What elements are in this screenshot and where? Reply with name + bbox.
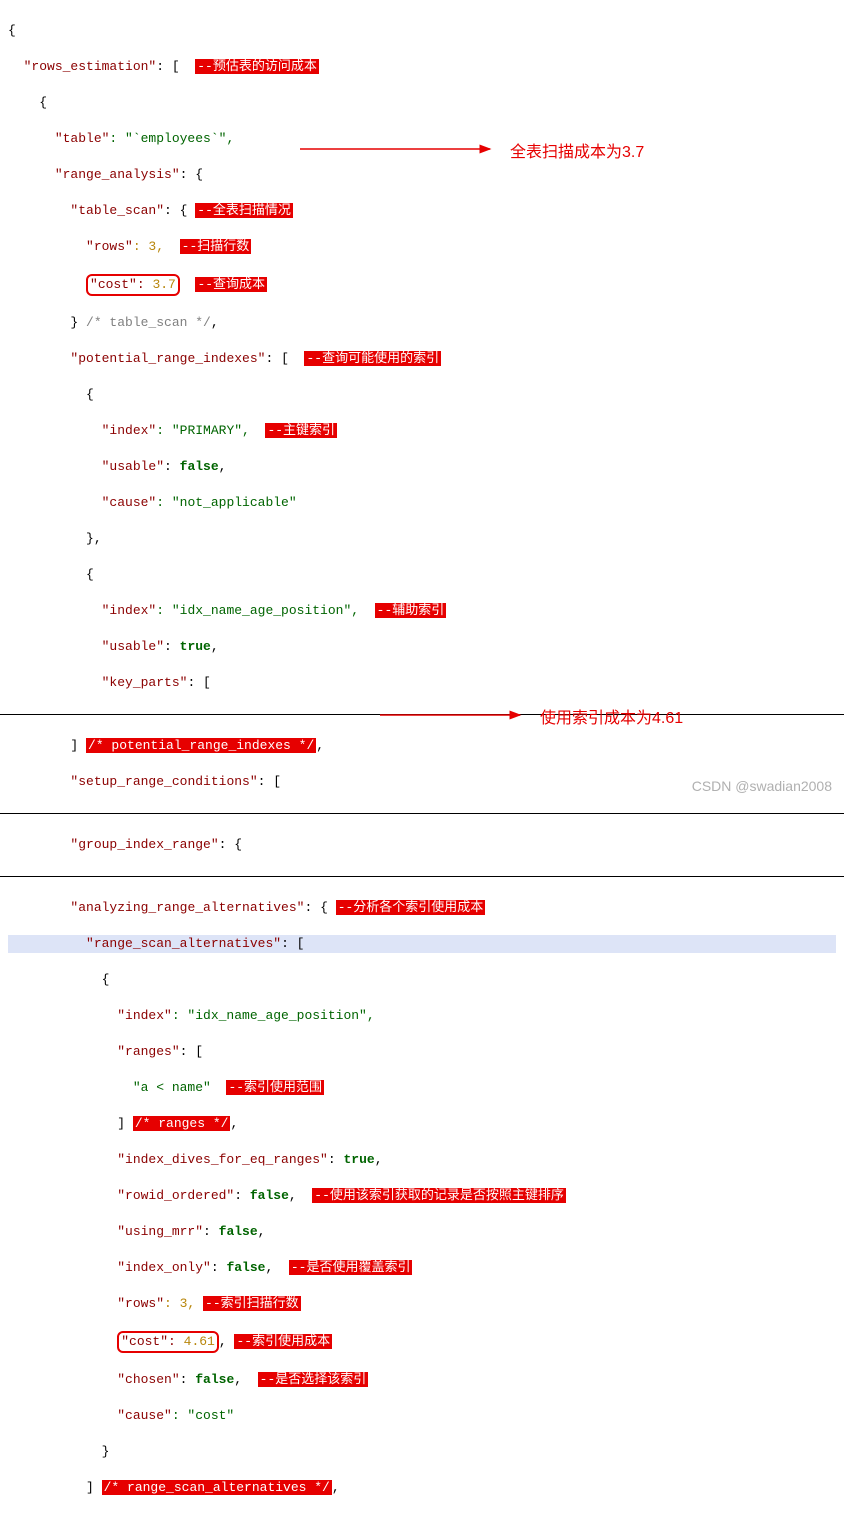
code-line: {	[8, 386, 836, 404]
annotation-label: --全表扫描情况	[195, 203, 293, 218]
code-line: },	[8, 530, 836, 548]
annotation-label: --主键索引	[265, 423, 337, 438]
annotation-label: --是否使用覆盖索引	[289, 1260, 413, 1275]
code-line: "using_mrr": false,	[8, 1223, 836, 1241]
code-line: "usable": true,	[8, 638, 836, 656]
code-line: ] /* ranges */,	[8, 1115, 836, 1133]
code-line: "rows": 3, --索引扫描行数	[8, 1295, 836, 1313]
annotation-label: --索引扫描行数	[203, 1296, 301, 1311]
watermark-text: CSDN @swadian2008	[692, 778, 832, 794]
code-line: "cause": "cost"	[8, 1407, 836, 1425]
code-line: "index": "PRIMARY", --主键索引	[8, 422, 836, 440]
code-line: "range_analysis": {	[8, 166, 836, 184]
highlighted-cost: "cost": 3.7	[86, 274, 180, 296]
code-line: "rows_estimation": [ --预估表的访问成本	[8, 58, 836, 76]
annotation-label: --预估表的访问成本	[195, 59, 319, 74]
code-line: {	[8, 566, 836, 584]
code-line: ] /* potential_range_indexes */,	[8, 737, 836, 755]
code-line: ] /* range_scan_alternatives */,	[8, 1479, 836, 1497]
annotation-label: --辅助索引	[375, 603, 447, 618]
code-line: } /* table_scan */,	[8, 314, 836, 332]
annotation-label: /* range_scan_alternatives */	[102, 1480, 332, 1495]
annotation-label: /* ranges */	[133, 1116, 231, 1131]
code-line: "index_only": false, --是否使用覆盖索引	[8, 1259, 836, 1277]
annotation-label: --索引使用范围	[226, 1080, 324, 1095]
code-block: { "rows_estimation": [ --预估表的访问成本 { "tab…	[0, 0, 844, 714]
code-line: "cost": 4.61, --索引使用成本	[8, 1331, 836, 1353]
code-line: "analyzing_range_alternatives": { --分析各个…	[8, 899, 836, 917]
arrow-icon	[300, 140, 500, 158]
code-line: "cost": 3.7 --查询成本	[8, 274, 836, 296]
annotation-label: --查询可能使用的索引	[304, 351, 441, 366]
code-line: "index_dives_for_eq_ranges": true,	[8, 1151, 836, 1169]
code-line: "key_parts": [	[8, 674, 836, 692]
code-line: {	[8, 22, 836, 40]
code-line: "usable": false,	[8, 458, 836, 476]
annotation-label: --使用该索引获取的记录是否按照主键排序	[312, 1188, 566, 1203]
code-line: "index": "idx_name_age_position", --辅助索引	[8, 602, 836, 620]
annotation-label: --查询成本	[195, 277, 267, 292]
code-line: "a < name" --索引使用范围	[8, 1079, 836, 1097]
code-line: {	[8, 971, 836, 989]
code-line: "index": "idx_name_age_position",	[8, 1007, 836, 1025]
arrow-icon	[380, 706, 530, 724]
code-block: "analyzing_range_alternatives": { --分析各个…	[0, 877, 844, 1519]
annotation-label: --索引使用成本	[234, 1334, 332, 1349]
code-block: "group_index_range": {	[0, 814, 844, 876]
highlighted-cost: "cost": 4.61	[117, 1331, 219, 1353]
code-line: "ranges": [	[8, 1043, 836, 1061]
annotation-label: /* potential_range_indexes */	[86, 738, 316, 753]
code-line: "rows": 3, --扫描行数	[8, 238, 836, 256]
code-line: "chosen": false, --是否选择该索引	[8, 1371, 836, 1389]
code-line: {	[8, 94, 836, 112]
code-line: }	[8, 1443, 836, 1461]
code-line: "rowid_ordered": false, --使用该索引获取的记录是否按照…	[8, 1187, 836, 1205]
code-line: "table_scan": { --全表扫描情况	[8, 202, 836, 220]
code-line: "range_scan_alternatives": [	[8, 935, 836, 953]
annotation-label: --是否选择该索引	[258, 1372, 369, 1387]
code-line: "group_index_range": {	[8, 836, 836, 854]
callout-text: 全表扫描成本为3.7	[510, 138, 644, 162]
annotation-label: --分析各个索引使用成本	[336, 900, 486, 915]
code-line: "cause": "not_applicable"	[8, 494, 836, 512]
callout-text: 使用索引成本为4.61	[540, 704, 683, 728]
code-block: ] /* potential_range_indexes */, "setup_…	[0, 715, 844, 813]
code-line: "potential_range_indexes": [ --查询可能使用的索引	[8, 350, 836, 368]
annotation-label: --扫描行数	[180, 239, 252, 254]
